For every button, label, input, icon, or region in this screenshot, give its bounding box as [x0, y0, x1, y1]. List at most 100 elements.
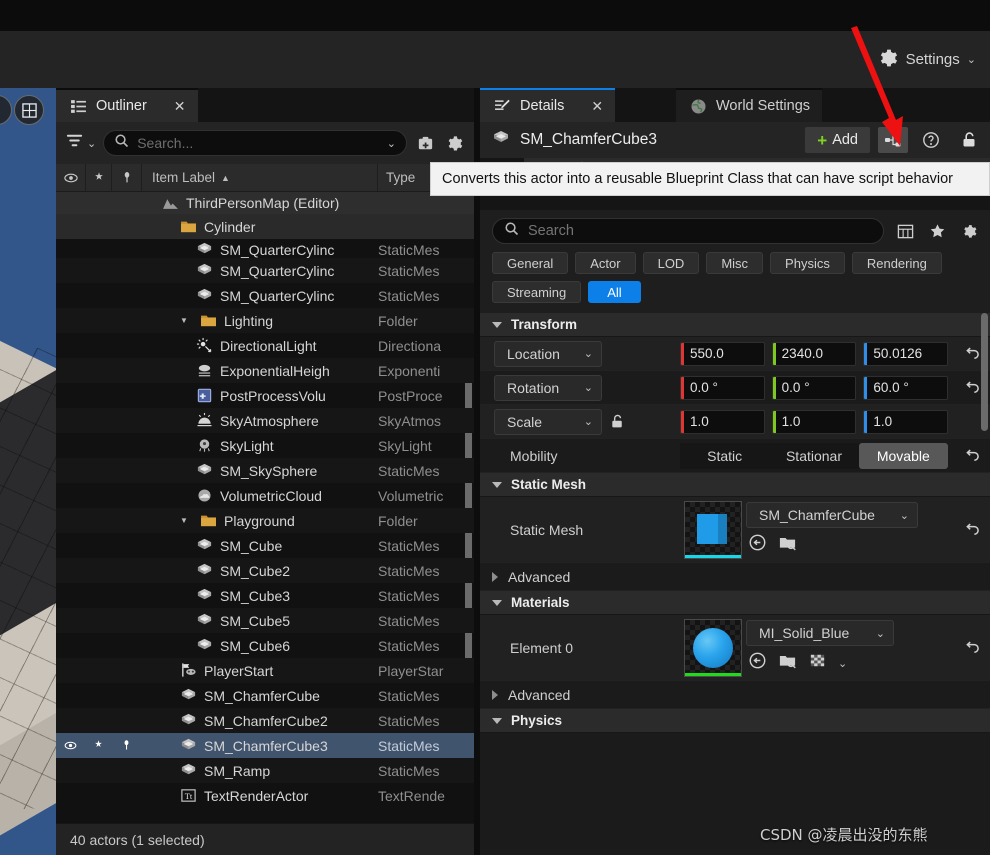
outliner-row[interactable]: DirectionalLight Directiona [56, 333, 474, 358]
close-icon[interactable]: ✕ [174, 99, 186, 113]
details-properties[interactable]: Transform Location ⌄ 550.0 2340.0 50.012… [480, 313, 990, 855]
disclosure-triangle-icon[interactable]: ▼ [180, 316, 193, 325]
rotation-x-input[interactable]: 0.0 ° [680, 375, 765, 400]
filter-button[interactable]: ⌄ [65, 131, 96, 155]
filter-chip-rendering[interactable]: Rendering [851, 252, 942, 274]
eye-icon[interactable] [56, 739, 84, 752]
section-static-mesh[interactable]: Static Mesh [480, 473, 990, 497]
use-selected-asset-icon[interactable] [748, 533, 767, 557]
section-materials[interactable]: Materials [480, 591, 990, 615]
checker-swatch-icon[interactable] [808, 651, 827, 675]
scale-x-input[interactable]: 1.0 [680, 409, 765, 434]
chevron-down-icon[interactable]: ⌄ [838, 657, 847, 670]
outliner-row[interactable]: Tt TextRenderActor TextRende [56, 783, 474, 808]
browse-to-asset-icon[interactable] [778, 651, 797, 675]
filter-chip-misc[interactable]: Misc [706, 252, 764, 274]
materials-advanced-row[interactable]: Advanced [480, 681, 990, 709]
outliner-row[interactable]: SM_Cube6 StaticMes [56, 633, 474, 658]
pin-icon[interactable] [112, 739, 140, 752]
level-viewport[interactable] [0, 88, 56, 855]
material-reset-button[interactable] [952, 639, 990, 656]
search-input[interactable]: Search... ⌄ [103, 130, 407, 156]
outliner-row[interactable]: SM_Cube5 StaticMes [56, 608, 474, 633]
close-icon[interactable]: ✕ [591, 99, 603, 113]
material-thumbnail-wrap[interactable] [680, 618, 746, 677]
location-z-input[interactable]: 50.0126 [863, 341, 949, 366]
outliner-row[interactable]: PlayerStart PlayerStar [56, 658, 474, 683]
outliner-row-selected[interactable]: SM_ChamferCube3 StaticMes [56, 733, 474, 758]
scale-lock-icon[interactable] [602, 413, 632, 430]
details-search-input[interactable]: Search [492, 218, 884, 244]
mobility-option-movable[interactable]: Movable [858, 442, 948, 469]
outliner-row[interactable]: ▼ Lighting Folder [56, 308, 474, 333]
scale-z-input[interactable]: 1.0 [863, 409, 949, 434]
advanced-toggle[interactable]: Advanced [480, 569, 680, 585]
column-item-label[interactable]: Item Label ▲ [142, 164, 378, 191]
browse-to-asset-icon[interactable] [778, 533, 797, 557]
mobility-option-stationar[interactable]: Stationar [769, 443, 858, 469]
section-transform[interactable]: Transform [480, 313, 990, 337]
outliner-row[interactable]: SM_ChamferCube StaticMes [56, 683, 474, 708]
star-icon[interactable] [86, 164, 112, 191]
static-mesh-advanced-row[interactable]: Advanced [480, 563, 990, 591]
filter-chip-streaming[interactable]: Streaming [492, 281, 582, 303]
outliner-row[interactable]: SkyAtmosphere SkyAtmos [56, 408, 474, 433]
tab-world-settings[interactable]: World Settings [676, 88, 823, 122]
filter-chip-physics[interactable]: Physics [770, 252, 845, 274]
eye-icon[interactable] [56, 164, 86, 191]
scale-y-input[interactable]: 1.0 [771, 409, 857, 434]
static-mesh-thumbnail-wrap[interactable] [680, 500, 746, 559]
filter-chip-lod[interactable]: LOD [642, 252, 700, 274]
location-y-input[interactable]: 2340.0 [771, 341, 857, 366]
advanced-toggle[interactable]: Advanced [480, 687, 680, 703]
section-physics[interactable]: Physics [480, 709, 990, 733]
gear-icon[interactable] [443, 132, 465, 154]
outliner-row[interactable]: SM_QuarterCylinc StaticMes [56, 283, 474, 308]
use-selected-asset-icon[interactable] [748, 651, 767, 675]
mobility-option-static[interactable]: Static [680, 443, 769, 469]
outliner-row[interactable]: SM_Ramp StaticMes [56, 758, 474, 783]
scale-dropdown[interactable]: Scale ⌄ [494, 408, 602, 435]
outliner-row[interactable]: SM_QuarterCylinc StaticMes [56, 258, 474, 283]
filter-chip-all[interactable]: All [588, 281, 641, 303]
column-view-icon[interactable] [894, 220, 916, 242]
viewport-layout-icon[interactable] [14, 95, 44, 125]
disclosure-triangle-icon[interactable]: ▼ [180, 516, 193, 525]
settings-icon[interactable] [958, 220, 980, 242]
tab-outliner[interactable]: Outliner ✕ [56, 88, 198, 122]
material-asset-dropdown[interactable]: MI_Solid_Blue ⌄ [746, 620, 894, 646]
filter-chip-general[interactable]: General [492, 252, 569, 274]
outliner-row[interactable]: SM_SkySphere StaticMes [56, 458, 474, 483]
outliner-row[interactable]: ThirdPersonMap (Editor) [56, 192, 474, 214]
mobility-segmented-control[interactable]: Static Stationar Movable [680, 442, 948, 469]
outliner-row[interactable]: PostProcessVolu PostProce [56, 383, 474, 408]
outliner-row[interactable]: ▼ Playground Folder [56, 508, 474, 533]
rotation-y-input[interactable]: 0.0 ° [771, 375, 857, 400]
new-folder-icon[interactable] [414, 132, 436, 154]
help-icon[interactable] [916, 127, 946, 153]
location-x-input[interactable]: 550.0 [680, 341, 765, 366]
rotation-z-input[interactable]: 60.0 ° [863, 375, 949, 400]
tab-details[interactable]: Details ✕ [480, 88, 616, 122]
mobility-reset-button[interactable] [952, 447, 990, 464]
outliner-row[interactable]: SkyLight SkyLight [56, 433, 474, 458]
location-dropdown[interactable]: Location ⌄ [494, 340, 602, 367]
outliner-row[interactable]: SM_Cube StaticMes [56, 533, 474, 558]
chevron-down-icon[interactable]: ⌄ [387, 137, 396, 150]
outliner-row[interactable]: Cylinder [56, 214, 474, 239]
outliner-row[interactable]: SM_Cube3 StaticMes [56, 583, 474, 608]
outliner-tree[interactable]: ThirdPersonMap (Editor) Cylinder SM_Quarte… [56, 192, 474, 823]
favorites-icon[interactable] [926, 220, 948, 242]
pin-icon[interactable] [112, 164, 142, 191]
static-mesh-asset-dropdown[interactable]: SM_ChamferCube ⌄ [746, 502, 918, 528]
static-mesh-reset-button[interactable] [952, 521, 990, 538]
details-scrollbar[interactable] [981, 313, 988, 431]
outliner-row[interactable]: SM_ChamferCube2 StaticMes [56, 708, 474, 733]
outliner-row[interactable]: VolumetricCloud Volumetric [56, 483, 474, 508]
filter-chip-actor[interactable]: Actor [575, 252, 636, 274]
outliner-row[interactable]: SM_Cube2 StaticMes [56, 558, 474, 583]
outliner-row[interactable]: ExponentialHeigh Exponenti [56, 358, 474, 383]
rotation-dropdown[interactable]: Rotation ⌄ [494, 374, 602, 401]
unlock-icon[interactable] [954, 127, 984, 153]
star-icon[interactable] [84, 739, 112, 752]
